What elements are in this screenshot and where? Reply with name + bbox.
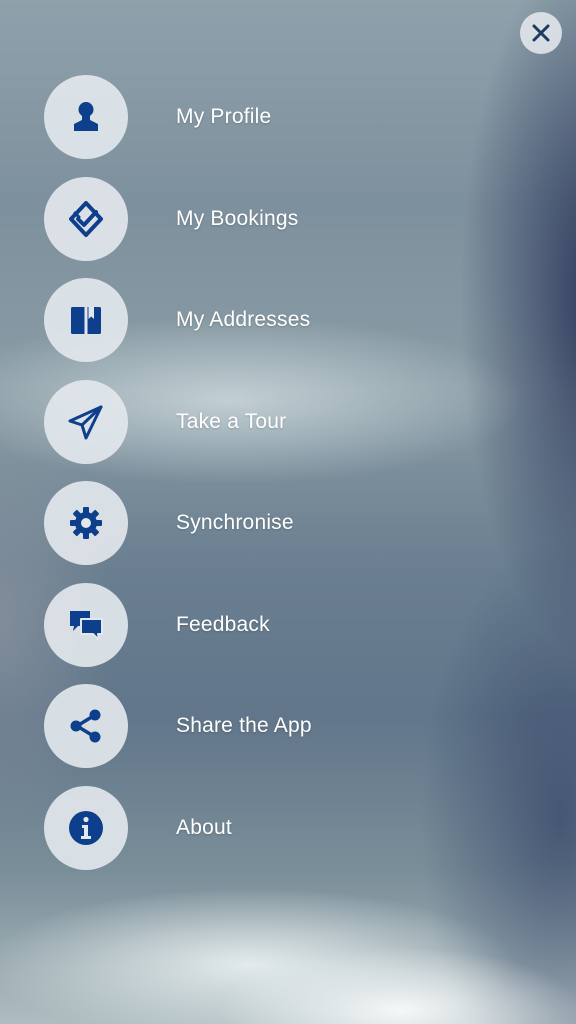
- share-icon: [70, 709, 101, 743]
- menu-item-synchronise[interactable]: Synchronise: [44, 481, 576, 565]
- chat-bubbles-icon: [70, 610, 103, 641]
- info-icon: [69, 810, 103, 845]
- menu-icon-circle: [44, 176, 128, 261]
- menu-item-take-a-tour[interactable]: Take a Tour: [44, 379, 576, 464]
- menu-item-label: About: [176, 815, 232, 839]
- close-icon: [532, 24, 550, 42]
- menu-item-label: Synchronise: [176, 511, 294, 534]
- menu-icon-circle: [44, 684, 128, 768]
- menu-item-my-profile[interactable]: My Profile: [44, 75, 576, 159]
- menu-item-label: My Addresses: [176, 308, 311, 331]
- menu-item-about[interactable]: About: [44, 785, 576, 870]
- menu-icon-circle: [44, 278, 128, 362]
- menu-icon-circle: [44, 75, 128, 159]
- menu-icon-circle: [44, 582, 128, 667]
- double-check-icon: [69, 200, 103, 237]
- menu-item-my-addresses[interactable]: My Addresses: [44, 278, 576, 362]
- menu-icon-circle: [44, 379, 128, 464]
- menu-item-my-bookings[interactable]: My Bookings: [44, 176, 576, 261]
- menu-item-feedback[interactable]: Feedback: [44, 582, 576, 667]
- close-button[interactable]: [520, 12, 562, 54]
- user-icon: [74, 102, 98, 131]
- menu-item-share-the-app[interactable]: Share the App: [44, 684, 576, 768]
- paper-plane-icon: [68, 405, 103, 439]
- gear-icon: [70, 507, 102, 539]
- menu-icon-circle: [44, 481, 128, 565]
- menu-item-label: My Profile: [176, 105, 272, 128]
- menu-item-label: Take a Tour: [176, 409, 287, 433]
- menu-item-label: Share the App: [176, 714, 312, 737]
- menu-item-label: Feedback: [176, 612, 270, 636]
- menu-icon-circle: [44, 785, 128, 870]
- address-book-icon: [71, 307, 101, 334]
- menu-item-label: My Bookings: [176, 206, 299, 230]
- side-menu: My Profile My Bookings My Addresses Take…: [44, 75, 576, 887]
